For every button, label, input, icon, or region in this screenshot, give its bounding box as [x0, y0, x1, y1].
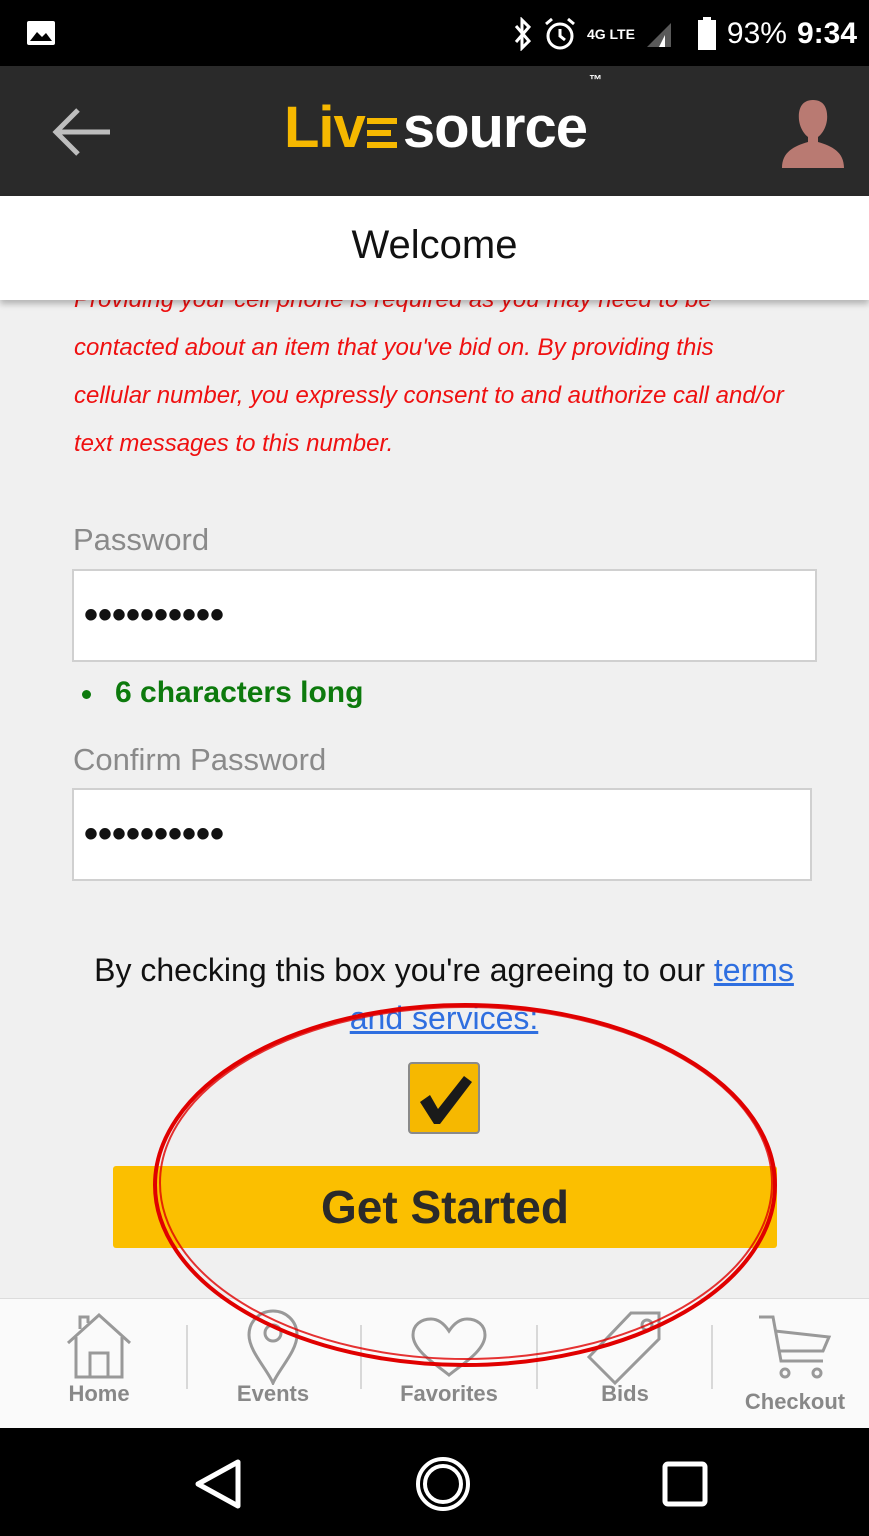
logo-e-mark [366, 118, 397, 148]
battery-icon [697, 17, 716, 50]
cart-icon [759, 1315, 832, 1379]
battery-percent: 93% [726, 17, 787, 50]
tab-favorites-label: Favorites [400, 1381, 498, 1406]
page-title: Welcome [351, 223, 518, 267]
recents-square-icon[interactable] [655, 1454, 715, 1514]
page-header: Welcome [0, 196, 869, 300]
tab-checkout[interactable]: Checkout [738, 1299, 852, 1429]
form-content[interactable]: Providing your cell phone is required as… [0, 300, 869, 1298]
get-started-button[interactable]: Get Started [113, 1166, 777, 1248]
rule-bullet [82, 689, 91, 699]
tab-events-label: Events [236, 1381, 310, 1406]
tab-home-label: Home [68, 1381, 130, 1406]
image-icon [27, 21, 55, 45]
tab-separator [360, 1325, 362, 1389]
tab-bids[interactable]: Bids [568, 1299, 682, 1429]
logo-liv: Liv [284, 95, 366, 160]
tab-separator [186, 1325, 188, 1389]
livesource-logo: Liv source ™ [284, 72, 602, 168]
signal-icon [646, 23, 671, 47]
alarm-icon [544, 17, 575, 50]
confirm-password-label: Confirm Password [73, 742, 327, 777]
tab-checkout-label: Checkout [744, 1389, 846, 1414]
clock: 9:34 [796, 17, 857, 50]
tab-favorites[interactable]: Favorites [392, 1299, 506, 1429]
logo-trademark: ™ [589, 72, 602, 87]
terms-agreement-text: By checking this box you're agreeing to … [94, 952, 714, 988]
phone-disclaimer: Providing your cell phone is required as… [74, 300, 784, 457]
home-circle-icon[interactable] [413, 1454, 473, 1514]
checkmark-icon [420, 1076, 472, 1124]
tab-separator [536, 1325, 538, 1389]
password-label: Password [73, 522, 210, 557]
map-pin-icon [247, 1309, 299, 1385]
confirm-password-field[interactable] [74, 790, 810, 879]
home-icon [66, 1312, 132, 1379]
user-avatar-icon[interactable] [778, 96, 848, 168]
password-field[interactable] [74, 571, 815, 660]
tab-events[interactable]: Events [218, 1299, 328, 1429]
bluetooth-icon [514, 17, 531, 51]
terms-checkbox[interactable] [408, 1062, 480, 1134]
password-rule: 6 characters long [82, 676, 363, 710]
back-arrow-icon[interactable] [50, 106, 114, 158]
tab-home[interactable]: Home [44, 1299, 154, 1429]
logo-source: source [402, 95, 588, 160]
app-bar: Liv source ™ [0, 66, 869, 196]
system-nav-bar [0, 1428, 869, 1536]
status-right: 4G LTE 93% 9:34 [513, 14, 857, 54]
back-triangle-icon[interactable] [188, 1454, 248, 1514]
confirm-password-field-wrapper [72, 788, 812, 881]
password-field-wrapper [72, 569, 817, 662]
terms-agreement: By checking this box you're agreeing to … [74, 946, 814, 1042]
password-rule-text: 6 characters long [115, 676, 364, 709]
status-bar: 4G LTE 93% 9:34 [0, 0, 869, 66]
tab-bids-label: Bids [601, 1381, 649, 1406]
tag-icon [586, 1311, 661, 1385]
bottom-tab-bar: Home Events Favorites Bids Checkout [0, 1298, 869, 1429]
heart-icon [411, 1317, 487, 1377]
tab-separator [711, 1325, 713, 1389]
